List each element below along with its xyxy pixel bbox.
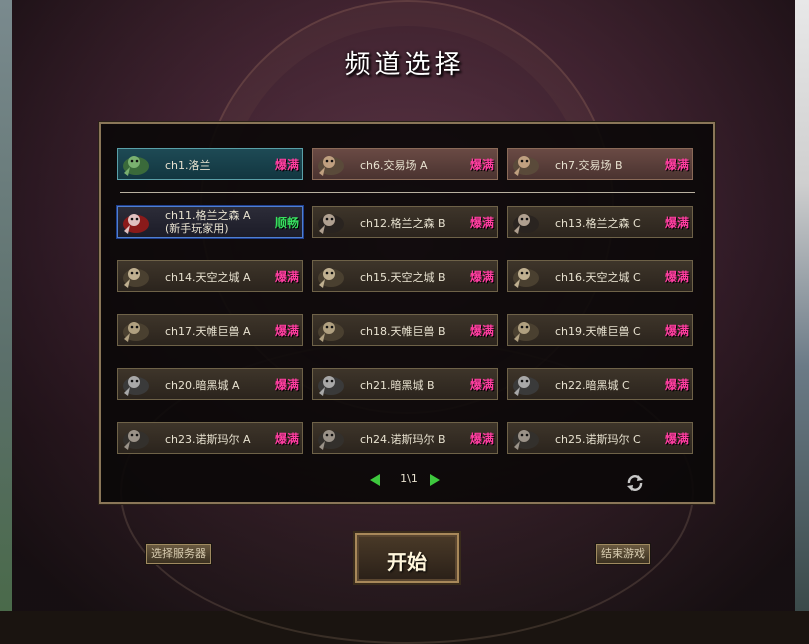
goblin-red-icon [123, 214, 149, 234]
channel-button[interactable]: ch16.天空之城 C 爆满 [507, 260, 693, 292]
channel-name: ch14.天空之城 A [165, 271, 251, 284]
channel-name: ch16.天空之城 C [555, 271, 641, 284]
refresh-icon[interactable] [625, 473, 645, 493]
channel-name-line1: ch11.格兰之森 A [165, 209, 251, 222]
channel-button[interactable]: ch13.格兰之森 C 爆满 [507, 206, 693, 238]
channel-name: ch23.诺斯玛尔 A [165, 433, 251, 446]
channel-button[interactable]: ch12.格兰之森 B 爆满 [312, 206, 498, 238]
channel-status: 顺畅 [274, 216, 299, 230]
beast-icon [123, 322, 149, 342]
channel-button[interactable]: ch17.天帷巨兽 A 爆满 [117, 314, 303, 346]
channel-name: ch20.暗黑城 A [165, 379, 240, 392]
channel-name: ch12.格兰之森 B [360, 217, 446, 230]
channel-button[interactable]: ch24.诺斯玛尔 B 爆满 [312, 422, 498, 454]
channel-button[interactable]: ch25.诺斯玛尔 C 爆满 [507, 422, 693, 454]
tree-monster-icon [123, 156, 149, 176]
desktop-edge-right [795, 0, 809, 611]
channel-status: 爆满 [274, 432, 299, 446]
channel-name: ch1.洛兰 [165, 159, 211, 172]
divider [120, 192, 695, 193]
channel-name-line2: (新手玩家用) [165, 222, 229, 235]
beast-icon [318, 322, 344, 342]
channel-button[interactable]: ch7.交易场 B 爆满 [507, 148, 693, 180]
channel-status: 爆满 [469, 324, 494, 338]
desktop-edge-left [0, 0, 12, 611]
page-title: 频道选择 [344, 50, 465, 80]
channel-status: 爆满 [664, 270, 689, 284]
harpy-icon [513, 268, 539, 288]
channel-status: 爆满 [469, 158, 494, 172]
dark-beast-icon [123, 376, 149, 396]
channel-name: ch19.天帷巨兽 C [555, 325, 641, 338]
dark-beast-icon [513, 376, 539, 396]
channel-button[interactable]: ch23.诺斯玛尔 A 爆满 [117, 422, 303, 454]
goblin-dark-icon [513, 214, 539, 234]
wolf-icon [123, 430, 149, 450]
dark-beast-icon [318, 376, 344, 396]
channel-button[interactable]: ch11.格兰之森 A (新手玩家用) 顺畅 [117, 206, 303, 238]
exit-game-button[interactable]: 结束游戏 [596, 544, 650, 564]
channel-name: ch11.格兰之森 A (新手玩家用) [165, 209, 251, 235]
harpy-icon [318, 268, 344, 288]
channel-status: 爆满 [469, 270, 494, 284]
channel-name: ch17.天帷巨兽 A [165, 325, 251, 338]
wolf-icon [318, 430, 344, 450]
pager: 1\1 [370, 472, 450, 488]
channel-name: ch25.诺斯玛尔 C [555, 433, 641, 446]
channel-button[interactable]: ch6.交易场 A 爆满 [312, 148, 498, 180]
channel-name: ch21.暗黑城 B [360, 379, 435, 392]
channel-name: ch6.交易场 A [360, 159, 428, 172]
arrow-right-icon[interactable] [430, 474, 440, 486]
merchant-icon [318, 156, 344, 176]
channel-status: 爆满 [664, 432, 689, 446]
channel-status: 爆满 [469, 216, 494, 230]
wolf-icon [513, 430, 539, 450]
beast-icon [513, 322, 539, 342]
channel-status: 爆满 [469, 432, 494, 446]
channel-status: 爆满 [664, 378, 689, 392]
channel-status: 爆满 [274, 158, 299, 172]
channel-status: 爆满 [274, 324, 299, 338]
channel-name: ch24.诺斯玛尔 B [360, 433, 446, 446]
start-label: 开始 [387, 550, 427, 574]
channel-button[interactable]: ch1.洛兰 爆满 [117, 148, 303, 180]
channel-button[interactable]: ch18.天帷巨兽 B 爆满 [312, 314, 498, 346]
channel-name: ch22.暗黑城 C [555, 379, 630, 392]
goblin-dark-icon [318, 214, 344, 234]
channel-status: 爆满 [664, 158, 689, 172]
start-button[interactable]: 开始 [355, 533, 459, 583]
page-number: 1\1 [400, 472, 418, 485]
channel-button[interactable]: ch21.暗黑城 B 爆满 [312, 368, 498, 400]
channel-button[interactable]: ch14.天空之城 A 爆满 [117, 260, 303, 292]
channel-button[interactable]: ch19.天帷巨兽 C 爆满 [507, 314, 693, 346]
channel-status: 爆满 [664, 216, 689, 230]
channel-name: ch15.天空之城 B [360, 271, 446, 284]
channel-status: 爆满 [274, 378, 299, 392]
channel-button[interactable]: ch22.暗黑城 C 爆满 [507, 368, 693, 400]
channel-name: ch7.交易场 B [555, 159, 623, 172]
arrow-left-icon[interactable] [370, 474, 380, 486]
channel-button[interactable]: ch20.暗黑城 A 爆满 [117, 368, 303, 400]
channel-status: 爆满 [469, 378, 494, 392]
merchant-icon [513, 156, 539, 176]
harpy-icon [123, 268, 149, 288]
channel-status: 爆满 [664, 324, 689, 338]
channel-name: ch18.天帷巨兽 B [360, 325, 446, 338]
channel-button[interactable]: ch15.天空之城 B 爆满 [312, 260, 498, 292]
channel-status: 爆满 [274, 270, 299, 284]
select-server-button[interactable]: 选择服务器 [146, 544, 211, 564]
channel-name: ch13.格兰之森 C [555, 217, 641, 230]
